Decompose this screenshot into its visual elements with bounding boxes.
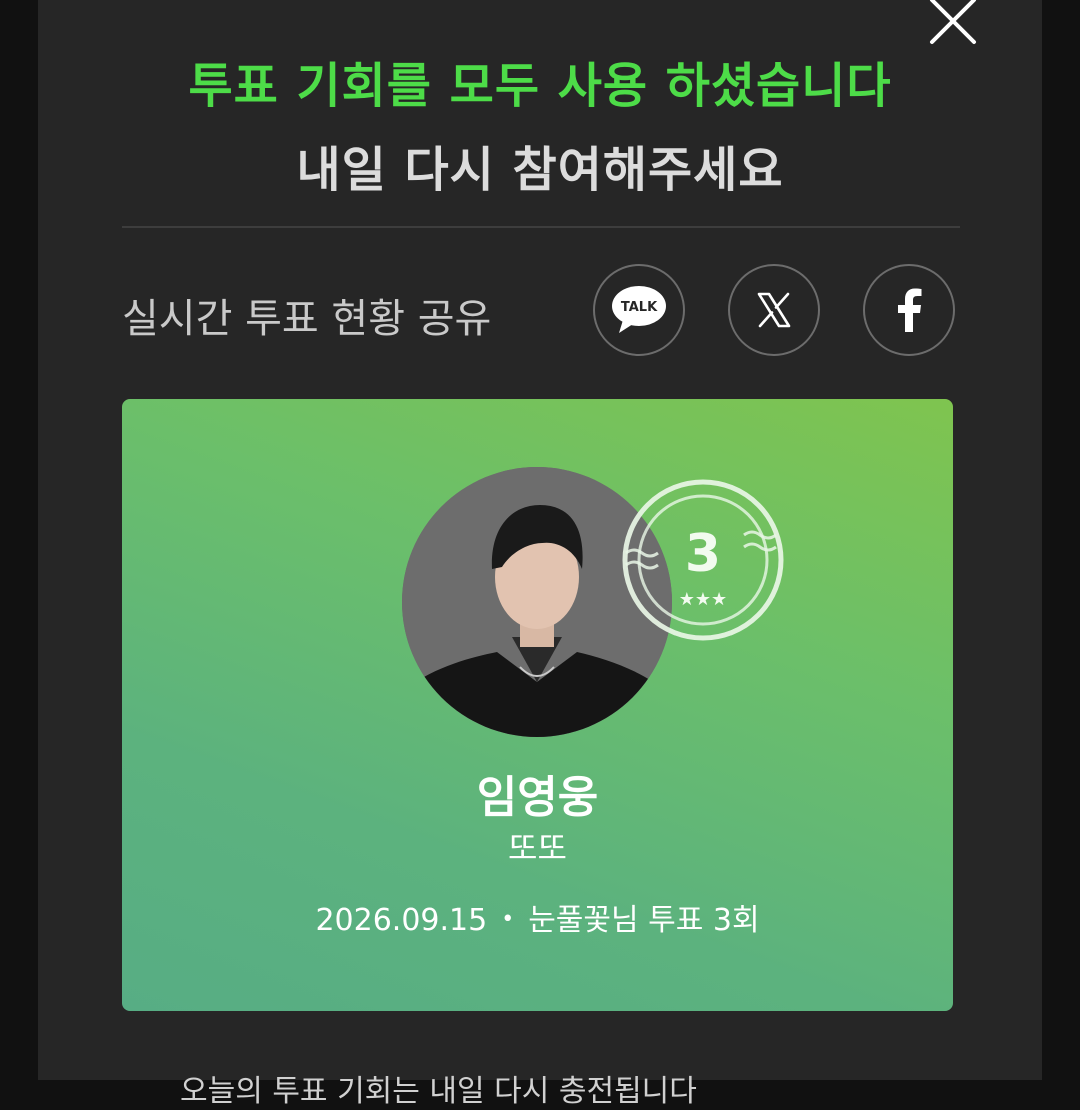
- stamp-count: 3: [685, 524, 721, 584]
- come-back-tomorrow-text: 내일 다시 참여해주세요: [296, 142, 784, 198]
- share-facebook-button[interactable]: [863, 264, 955, 356]
- footer-notice: 오늘의 투표 기회는 내일 다시 충전됩니다: [180, 1074, 697, 1109]
- share-label: 실시간 투표 현황 공유: [122, 296, 492, 342]
- artist-name: 임영웅: [476, 772, 599, 823]
- divider: [122, 226, 960, 228]
- separator-dot: •: [501, 907, 515, 932]
- close-button[interactable]: [926, 0, 980, 48]
- facebook-icon: [898, 288, 922, 332]
- vote-summary: 눈풀꽃님 투표 3회: [528, 903, 760, 938]
- vote-count-stamp: 3 ★★★: [618, 475, 788, 645]
- vote-info: 2026.09.15 • 눈풀꽃님 투표 3회: [122, 895, 953, 939]
- votes-used-headline: 투표 기회를 모두 사용 하셨습니다: [188, 58, 892, 114]
- stamp-stars: ★★★: [679, 589, 727, 610]
- close-icon: [930, 0, 976, 44]
- kakaotalk-label: TALK: [621, 300, 658, 315]
- song-title: 또또: [508, 829, 567, 867]
- vote-date: 2026.09.15: [315, 903, 488, 938]
- share-kakaotalk-button[interactable]: TALK: [593, 264, 685, 356]
- x-icon: [757, 292, 791, 328]
- vote-share-card: 3 ★★★ 임영웅 또또 2026.09.15 • 눈풀꽃님 투표 3회: [122, 399, 953, 1011]
- kakaotalk-icon: TALK: [612, 286, 666, 333]
- share-x-button[interactable]: [728, 264, 820, 356]
